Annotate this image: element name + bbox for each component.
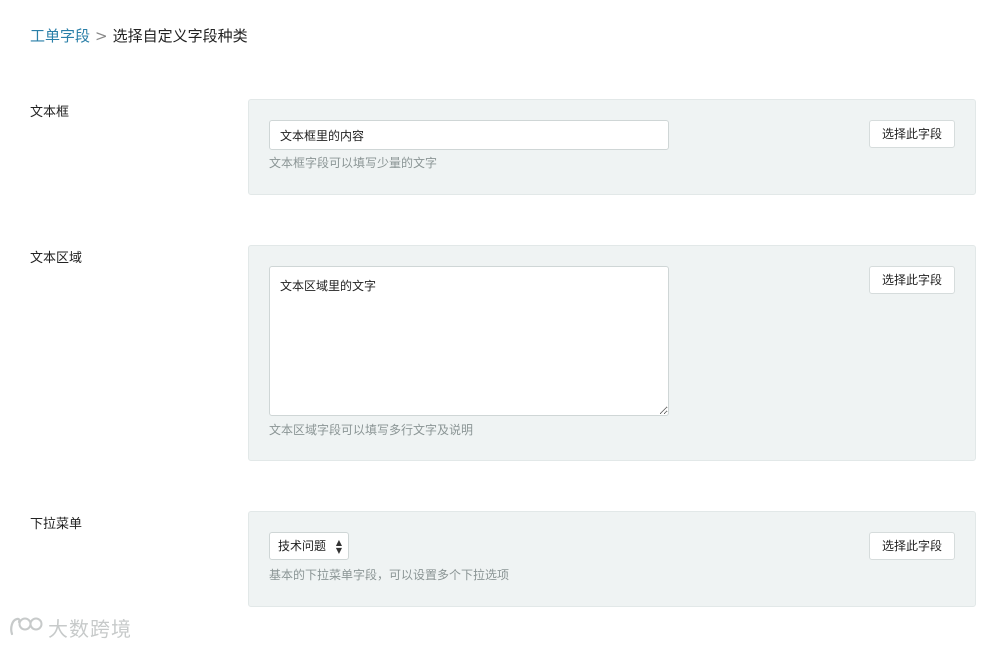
- select-dropdown-field-button[interactable]: 选择此字段: [869, 532, 955, 560]
- breadcrumb-parent-link[interactable]: 工单字段: [30, 27, 90, 45]
- textbox-field-panel: 文本框字段可以填写少量的文字 选择此字段: [248, 99, 976, 195]
- watermark-text: 大数跨境: [48, 616, 132, 641]
- breadcrumb-separator: >: [95, 27, 108, 45]
- dropdown-field-label: 下拉菜单: [30, 517, 83, 532]
- dropdown-preview-select[interactable]: 技术问题 ▲ ▼: [269, 532, 349, 560]
- textarea-field-label: 文本区域: [30, 251, 83, 266]
- textbox-field-label: 文本框: [30, 105, 70, 120]
- watermark-logo-icon: [10, 617, 43, 636]
- textarea-preview-input[interactable]: 文本区域里的文字: [269, 266, 669, 416]
- dropdown-selected-value: 技术问题: [278, 539, 327, 553]
- dropdown-field-panel: 技术问题 ▲ ▼ 基本的下拉菜单字段，可以设置多个下拉选项 选择此字段: [248, 511, 976, 607]
- textbox-preview-input[interactable]: [269, 120, 669, 150]
- select-textbox-field-button[interactable]: 选择此字段: [869, 120, 955, 148]
- watermark: 大数跨境: [8, 612, 132, 642]
- textarea-field-panel: 文本区域里的文字 文本区域字段可以填写多行文字及说明 选择此字段: [248, 245, 976, 461]
- textbox-field-hint: 文本框字段可以填写少量的文字: [269, 156, 438, 170]
- textarea-field-hint: 文本区域字段可以填写多行文字及说明: [269, 423, 474, 437]
- page: 工单字段>选择自定义字段种类 文本框 文本框字段可以填写少量的文字 选择此字段 …: [0, 0, 984, 646]
- dropdown-field-hint: 基本的下拉菜单字段，可以设置多个下拉选项: [269, 568, 510, 582]
- select-textarea-field-button[interactable]: 选择此字段: [869, 266, 955, 294]
- breadcrumb-current: 选择自定义字段种类: [112, 27, 248, 45]
- select-arrows-icon: ▲ ▼: [335, 538, 342, 555]
- breadcrumb: 工单字段 > 选择自定义字段种类: [30, 26, 248, 46]
